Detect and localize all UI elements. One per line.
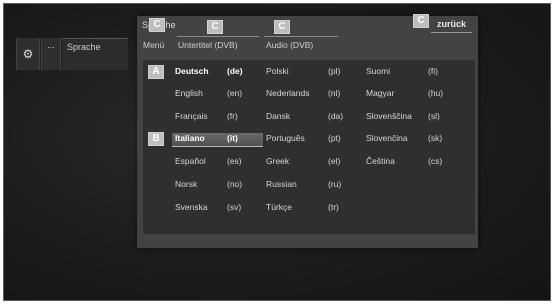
language-code: (ru): [328, 179, 342, 189]
language-code: (pl): [328, 66, 341, 76]
language-item[interactable]: Slovenčina (sk): [366, 133, 442, 143]
language-code: (it): [227, 133, 238, 143]
language-code: (el): [328, 156, 341, 166]
language-code: (es): [227, 156, 242, 166]
language-code: (cs): [428, 156, 443, 166]
callout-c-title: C: [149, 18, 165, 32]
language-name: Slovenščina: [366, 111, 412, 121]
callout-c-back: C: [413, 14, 429, 28]
language-name: Magyar: [366, 88, 395, 98]
language-code: (en): [227, 88, 243, 98]
tv-screen: ⚙ ... Sprache Sprache C zurück C Menü Un…: [3, 3, 551, 301]
language-item[interactable]: Suomi (fi): [366, 66, 438, 76]
language-code: (sl): [428, 111, 440, 121]
language-name: English: [175, 88, 203, 98]
language-name: Čeština: [366, 156, 395, 166]
language-name: Türkçe: [266, 202, 292, 212]
language-code: (pt): [328, 133, 341, 143]
sprache-tile[interactable]: Sprache: [62, 38, 128, 70]
language-code: (fi): [428, 66, 438, 76]
callout-a: A: [148, 65, 164, 79]
callout-c-audio: C: [274, 20, 290, 34]
language-name: Español: [175, 156, 206, 166]
sprache-tile-label: Sprache: [67, 42, 101, 52]
language-name: Suomi: [366, 66, 391, 76]
more-label: ...: [47, 40, 55, 50]
language-name: Français: [175, 111, 208, 121]
language-code: (tr): [328, 202, 339, 212]
language-item[interactable]: Russian (ru): [266, 179, 341, 189]
settings-tile[interactable]: ⚙: [16, 38, 40, 70]
language-item[interactable]: Deutsch (de): [175, 66, 243, 76]
language-code: (sk): [428, 133, 443, 143]
tab-menu[interactable]: Menü: [143, 40, 164, 50]
language-name: Russian: [266, 179, 297, 189]
callout-b: B: [148, 132, 164, 146]
language-item[interactable]: Español (es): [175, 156, 242, 166]
language-code: (hu): [428, 88, 444, 98]
language-item[interactable]: Português (pt): [266, 133, 341, 143]
language-item[interactable]: Türkçe (tr): [266, 202, 339, 212]
language-code: (nl): [328, 88, 341, 98]
language-item[interactable]: Dansk (da): [266, 111, 343, 121]
language-item[interactable]: Français (fr): [175, 111, 238, 121]
language-item[interactable]: Nederlands (nl): [266, 88, 340, 98]
language-name: Nederlands: [266, 88, 310, 98]
language-name: Slovenčina: [366, 133, 408, 143]
language-item[interactable]: Norsk (no): [175, 179, 242, 189]
language-code: (de): [227, 66, 243, 76]
language-name: Svenska: [175, 202, 208, 212]
language-name: Polski: [266, 66, 289, 76]
language-name: Deutsch: [175, 66, 209, 76]
language-item[interactable]: Magyar (hu): [366, 88, 443, 98]
language-item[interactable]: Čeština (cs): [366, 156, 442, 166]
language-code: (fr): [227, 111, 238, 121]
tab-audio[interactable]: Audio (DVB): [266, 40, 313, 50]
language-code: (sv): [227, 202, 242, 212]
language-code: (no): [227, 179, 243, 189]
language-name: Dansk: [266, 111, 291, 121]
back-button[interactable]: zurück: [430, 16, 472, 33]
language-item[interactable]: Greek (el): [266, 156, 340, 166]
tab-untertitel[interactable]: Untertitel (DVB): [178, 40, 238, 50]
language-item[interactable]: Polski (pl): [266, 66, 340, 76]
language-name: Italiano: [175, 133, 205, 143]
tab-divider: [264, 36, 338, 37]
language-item[interactable]: Svenska (sv): [175, 202, 241, 212]
language-item[interactable]: Slovenščina (sl): [366, 111, 440, 121]
language-code: (da): [328, 111, 344, 121]
language-item[interactable]: English (en): [175, 88, 242, 98]
language-item[interactable]: Italiano (it): [175, 133, 238, 143]
language-name: Português: [266, 133, 305, 143]
language-name: Norsk: [175, 179, 198, 189]
callout-c-untertitel: C: [207, 20, 223, 34]
language-name: Greek: [266, 156, 290, 166]
tab-divider: [177, 36, 259, 37]
gear-icon: ⚙: [22, 47, 34, 61]
more-tile[interactable]: ...: [41, 38, 61, 70]
